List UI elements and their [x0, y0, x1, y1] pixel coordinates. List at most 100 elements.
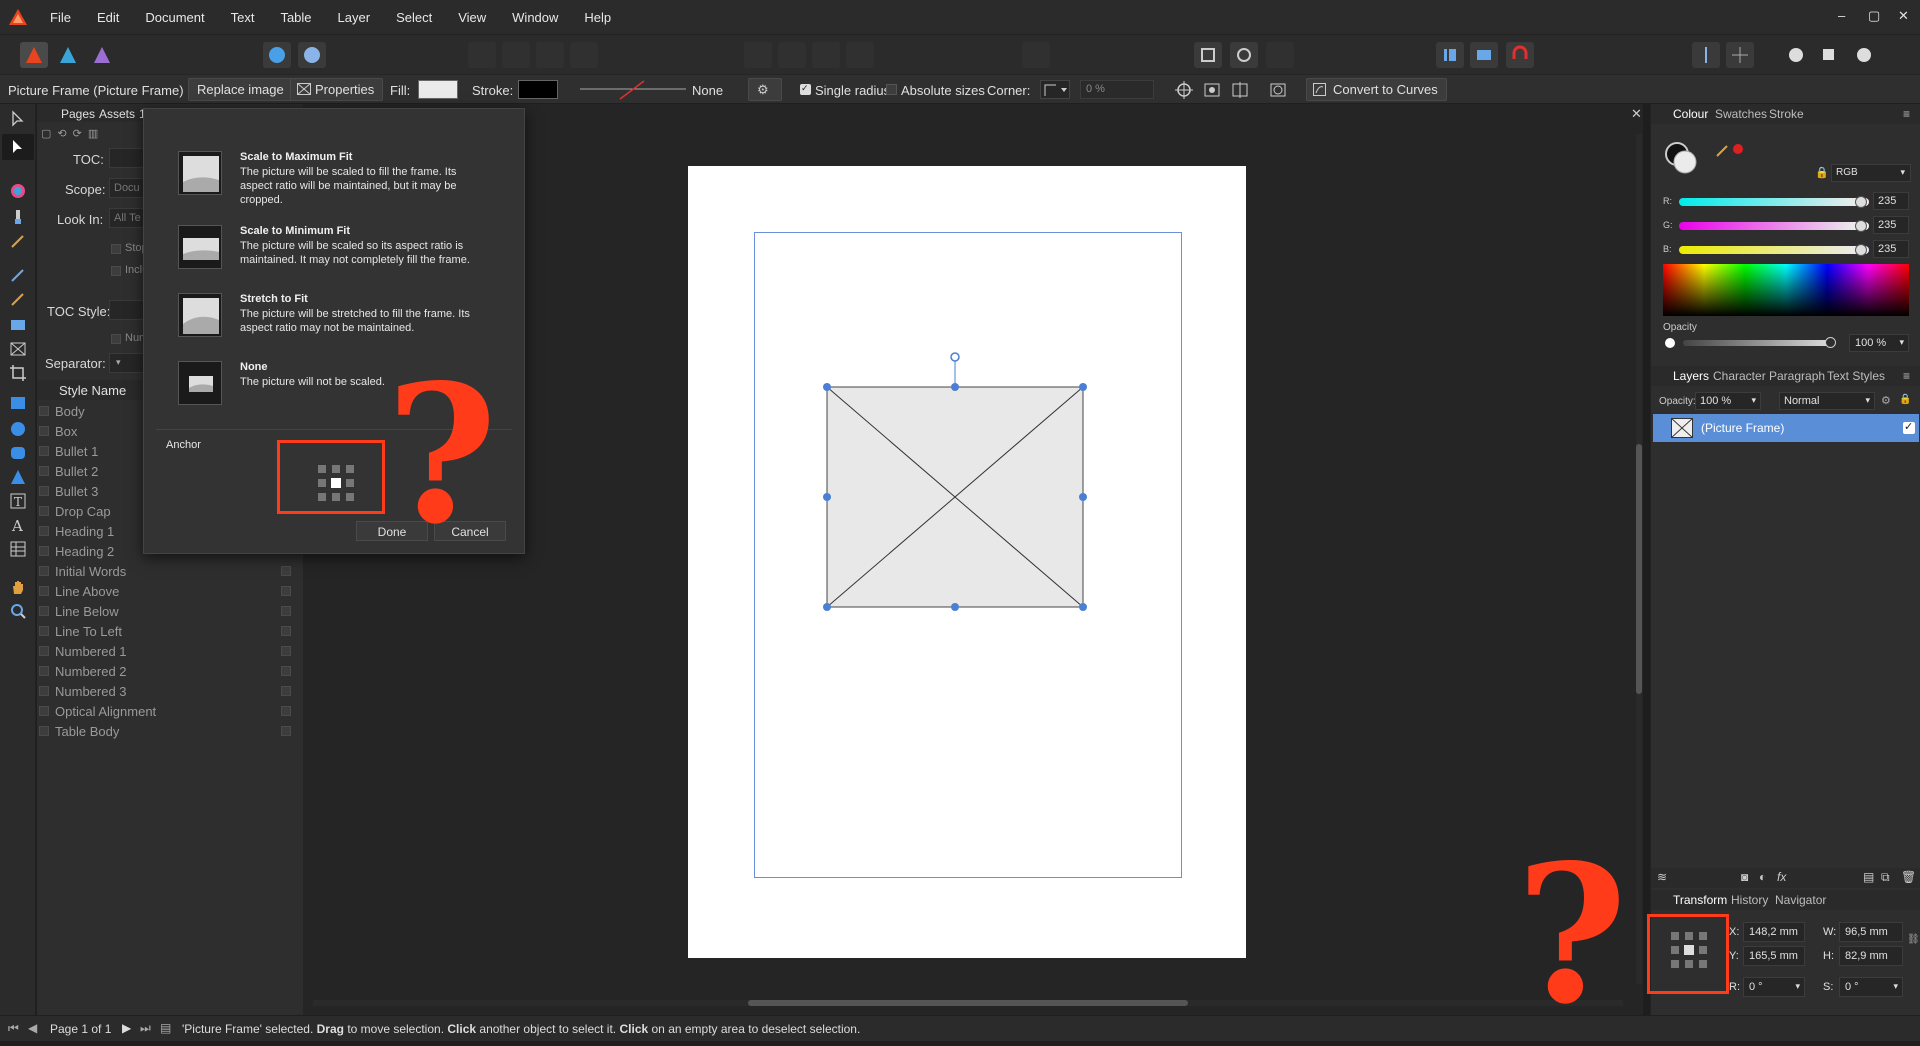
tab-text-styles[interactable]: Text Styles: [1827, 369, 1885, 383]
menu-file[interactable]: File: [50, 10, 71, 25]
horizontal-scrollbar[interactable]: [313, 1000, 1623, 1006]
style-checkbox[interactable]: [39, 446, 49, 456]
toolbar-button-1[interactable]: [468, 42, 496, 68]
properties-button[interactable]: Properties: [290, 78, 384, 101]
next-page-icon[interactable]: ▶: [122, 1021, 131, 1035]
style-row[interactable]: Initial Words: [37, 562, 295, 582]
blue-value-field[interactable]: 235: [1873, 240, 1909, 258]
toolbar-button-4[interactable]: [570, 42, 598, 68]
tab-assets[interactable]: Assets: [99, 107, 135, 121]
zoom-icon[interactable]: [9, 602, 27, 620]
flip-button[interactable]: [1228, 79, 1252, 101]
tab-navigator[interactable]: Navigator: [1775, 893, 1826, 907]
shape-tool-button[interactable]: [1230, 42, 1258, 68]
red-value-field[interactable]: 235: [1873, 192, 1909, 210]
green-slider-thumb[interactable]: [1855, 220, 1867, 232]
style-checkbox[interactable]: [39, 486, 49, 496]
style-include-checkbox[interactable]: [281, 586, 291, 596]
tab-layers[interactable]: Layers: [1673, 369, 1709, 383]
panel-menu-icon[interactable]: ≡: [1903, 369, 1910, 383]
mask-icon[interactable]: ◙: [1741, 870, 1748, 884]
panel-menu-icon[interactable]: ≡: [1903, 107, 1910, 121]
insert-button[interactable]: [1692, 42, 1720, 68]
boolean-intersect-button[interactable]: [1850, 42, 1878, 68]
hand-icon[interactable]: [9, 578, 27, 596]
style-checkbox[interactable]: [39, 546, 49, 556]
close-window-button[interactable]: ✕: [1898, 8, 1909, 24]
single-radius-checkbox[interactable]: ✓: [800, 83, 811, 95]
delete-layer-icon[interactable]: 🗑: [1901, 870, 1916, 884]
document-page[interactable]: [688, 166, 1246, 958]
w-field[interactable]: 96,5 mm: [1839, 922, 1903, 942]
settings-gear-button[interactable]: ⚙: [748, 78, 782, 101]
move-tool-icon[interactable]: [9, 110, 27, 128]
style-include-checkbox[interactable]: [281, 726, 291, 736]
rounded-rectangle-icon[interactable]: [9, 444, 27, 462]
first-page-icon[interactable]: ⏮: [8, 1021, 19, 1036]
shear-field[interactable]: 0 ° ▾: [1839, 977, 1903, 997]
maximize-button[interactable]: ▢: [1868, 8, 1880, 24]
share-button[interactable]: [263, 42, 291, 68]
style-checkbox[interactable]: [39, 506, 49, 516]
tab-swatches[interactable]: Swatches: [1715, 107, 1767, 121]
convert-to-curves-button[interactable]: Convert to Curves: [1306, 78, 1447, 101]
picture-frame-selection[interactable]: [688, 166, 1246, 958]
color-picker-icon[interactable]: [9, 182, 27, 200]
style-checkbox[interactable]: [39, 426, 49, 436]
opacity-slider[interactable]: [1683, 337, 1836, 348]
minimize-button[interactable]: –: [1838, 8, 1845, 23]
align-button[interactable]: [1436, 42, 1464, 68]
blue-slider[interactable]: [1679, 244, 1869, 256]
snapping-button[interactable]: [1506, 42, 1534, 68]
style-checkbox[interactable]: [39, 626, 49, 636]
tab-colour[interactable]: Colour: [1673, 107, 1708, 121]
style-include-checkbox[interactable]: [281, 686, 291, 696]
colour-spectrum[interactable]: [1663, 264, 1909, 316]
style-row[interactable]: Numbered 3: [37, 682, 295, 702]
layer-opacity-field[interactable]: 100 % ▾: [1695, 392, 1761, 410]
layer-row-picture-frame[interactable]: (Picture Frame) ✓: [1653, 414, 1919, 442]
node-tool-button[interactable]: [2, 134, 34, 160]
table-icon[interactable]: [9, 540, 27, 558]
horizontal-scroll-thumb[interactable]: [748, 1000, 1188, 1006]
corner-value-field[interactable]: 0 %: [1080, 80, 1154, 99]
ellipse-icon[interactable]: [9, 420, 27, 438]
style-include-checkbox[interactable]: [281, 666, 291, 676]
lock-icon[interactable]: 🔒: [1815, 166, 1829, 179]
eyedropper-icon[interactable]: [1715, 142, 1731, 158]
style-include-checkbox[interactable]: [281, 566, 291, 576]
menu-document[interactable]: Document: [145, 10, 204, 25]
stroke-style-selector[interactable]: None: [578, 79, 723, 100]
fill-swatch[interactable]: [418, 80, 458, 99]
previous-page-icon[interactable]: ◀: [28, 1021, 37, 1035]
designer-persona-button[interactable]: [54, 42, 82, 68]
tab-pages[interactable]: Pages: [61, 107, 95, 121]
style-include-checkbox[interactable]: [281, 606, 291, 616]
opacity-slider-thumb[interactable]: [1825, 337, 1836, 348]
green-value-field[interactable]: 235: [1873, 216, 1909, 234]
vector-brush-icon[interactable]: [9, 290, 27, 308]
style-checkbox[interactable]: [39, 666, 49, 676]
pencil-icon[interactable]: [9, 266, 27, 284]
toolbar-button-10[interactable]: [1266, 42, 1294, 68]
menu-text[interactable]: Text: [231, 10, 255, 25]
menu-edit[interactable]: Edit: [97, 10, 119, 25]
triangle-icon[interactable]: [9, 468, 27, 486]
add-layer-icon[interactable]: ▤: [1863, 870, 1874, 884]
menu-window[interactable]: Window: [512, 10, 558, 25]
style-checkbox[interactable]: [39, 586, 49, 596]
toolbar-button-8[interactable]: [846, 42, 874, 68]
h-field[interactable]: 82,9 mm: [1839, 946, 1903, 966]
style-checkbox[interactable]: [39, 526, 49, 536]
toolbar-button-7[interactable]: [812, 42, 840, 68]
style-checkbox[interactable]: [39, 566, 49, 576]
preview-button[interactable]: [1200, 79, 1224, 101]
absolute-sizes-checkbox[interactable]: [886, 84, 897, 95]
red-slider-thumb[interactable]: [1855, 196, 1867, 208]
tab-character[interactable]: Character: [1713, 369, 1766, 383]
layer-settings-gear-icon[interactable]: ⚙: [1881, 394, 1891, 407]
toolbar-button-6[interactable]: [778, 42, 806, 68]
vertical-scroll-thumb[interactable]: [1636, 444, 1642, 694]
style-row[interactable]: Numbered 1: [37, 642, 295, 662]
menu-select[interactable]: Select: [396, 10, 432, 25]
